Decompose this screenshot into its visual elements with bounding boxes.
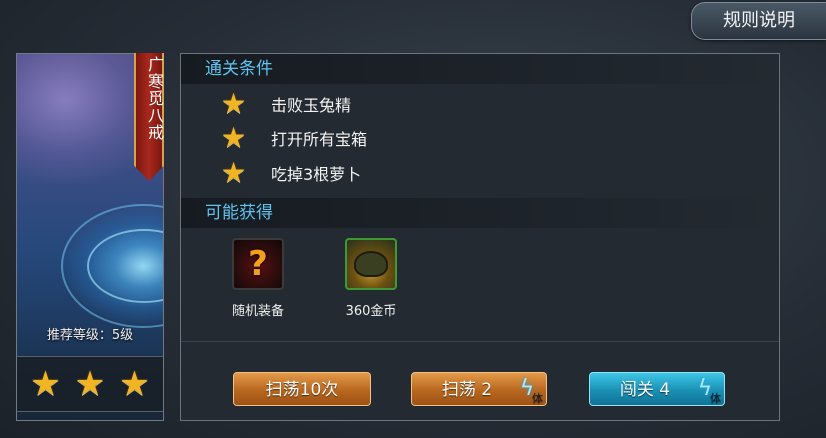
sweep-10-button[interactable]: 扫荡10次 (233, 372, 371, 406)
star-icon: ★ (74, 364, 106, 404)
condition-label: 击败玉兔精 (271, 96, 352, 115)
star-icon: ★ (221, 156, 247, 189)
reward-label: 随机装备 (231, 304, 284, 319)
star-icon: ★ (119, 364, 150, 404)
energy-unit: 体 (532, 392, 543, 405)
star-icon: ★ (221, 87, 247, 120)
condition-label: 吃掉3根萝卜 (271, 165, 362, 184)
level-name: 广寒觅八戒 (145, 56, 164, 141)
level-star-rating: ★ ★ ★ (17, 356, 163, 412)
recommended-level: 推荐等级：5级 (46, 328, 134, 343)
random-equipment-icon: ? (232, 238, 284, 290)
rules-button[interactable]: 规则说明 (691, 2, 826, 40)
conditions-title: 通关条件 (181, 54, 779, 84)
condition-item: ★ 吃掉3根萝卜 (221, 158, 361, 188)
rewards-title: 可能获得 (181, 198, 779, 228)
star-icon: ★ (221, 121, 247, 154)
reward-item[interactable]: 360金币 (336, 238, 406, 319)
condition-item: ★ 击败玉兔精 (221, 89, 351, 119)
challenge-button[interactable]: 闯关 4 ϟ 体 (589, 372, 725, 406)
gold-coins-icon (345, 238, 397, 290)
energy-unit: 体 (710, 392, 721, 405)
condition-item: ★ 打开所有宝箱 (221, 123, 367, 153)
sweep-button[interactable]: 扫荡 2 ϟ 体 (411, 372, 547, 406)
condition-label: 打开所有宝箱 (271, 130, 368, 149)
reward-item[interactable]: ? 随机装备 (223, 238, 293, 319)
divider (181, 341, 779, 342)
star-icon: ★ (30, 364, 61, 404)
level-detail-panel: 通关条件 ★ 击败玉兔精 ★ 打开所有宝箱 ★ 吃掉3根萝卜 可能获得 ? 随机… (180, 53, 780, 421)
reward-label: 360金币 (345, 304, 397, 319)
